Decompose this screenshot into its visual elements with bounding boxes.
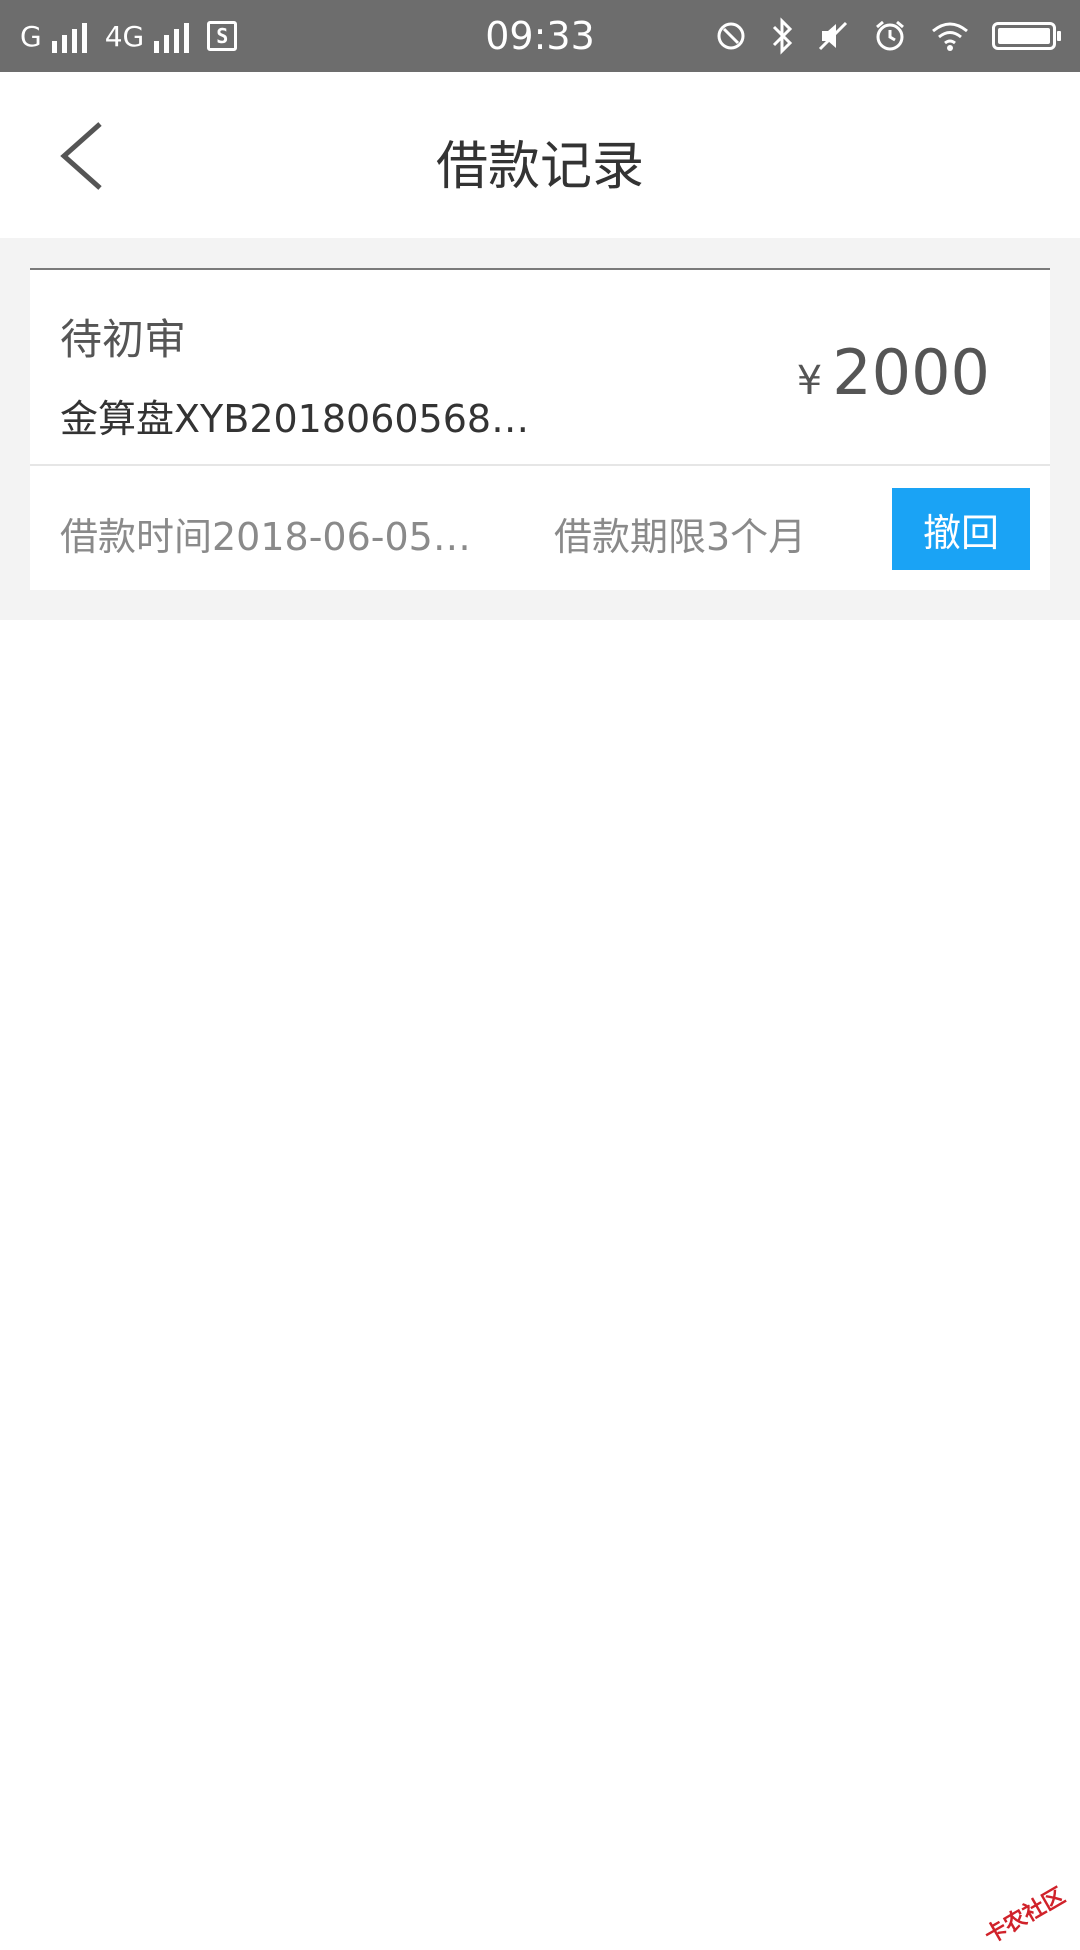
sim-notification-icon: S xyxy=(207,21,237,51)
mute-icon xyxy=(816,19,850,53)
signal-strength-icon xyxy=(52,19,87,53)
battery-level-fill xyxy=(998,28,1050,44)
wifi-icon xyxy=(930,20,970,52)
borrow-time-label: 借款时间2018-06-05… xyxy=(60,506,471,561)
loan-status-label: 待初审 xyxy=(60,306,186,367)
loan-amount-value: 2000 xyxy=(832,336,990,409)
content-area: 待初审 金算盘XYB2018060568… ¥ 2000 借款时间2018-06… xyxy=(0,238,1080,620)
loan-record-details: 借款时间2018-06-05… 借款期限3个月 撤回 xyxy=(30,466,1050,590)
currency-symbol: ¥ xyxy=(797,358,822,404)
status-bar-right xyxy=(714,0,1056,72)
signal-strength-icon-2 xyxy=(154,19,189,53)
network-type-label-2: 4G xyxy=(105,20,145,53)
rotation-lock-icon xyxy=(714,19,748,53)
network-type-label: G xyxy=(20,20,42,53)
withdraw-button[interactable]: 撤回 xyxy=(892,488,1030,570)
status-bar: G 4G S 09:33 xyxy=(0,0,1080,72)
alarm-icon xyxy=(872,18,908,54)
header-bar: 借款记录 xyxy=(0,72,1080,238)
loan-record-summary: 待初审 金算盘XYB2018060568… ¥ 2000 xyxy=(30,270,1050,466)
battery-icon xyxy=(992,22,1056,50)
loan-product-name: 金算盘XYB2018060568… xyxy=(60,388,529,443)
status-bar-left: G 4G S xyxy=(20,0,237,72)
loan-record-card[interactable]: 待初审 金算盘XYB2018060568… ¥ 2000 借款时间2018-06… xyxy=(30,268,1050,590)
borrow-term-label: 借款期限3个月 xyxy=(554,506,806,561)
bluetooth-icon xyxy=(770,17,794,55)
loan-amount: ¥ 2000 xyxy=(797,336,990,409)
page-title: 借款记录 xyxy=(0,124,1080,199)
watermark-logo: 卡农社区 xyxy=(978,1878,1070,1950)
